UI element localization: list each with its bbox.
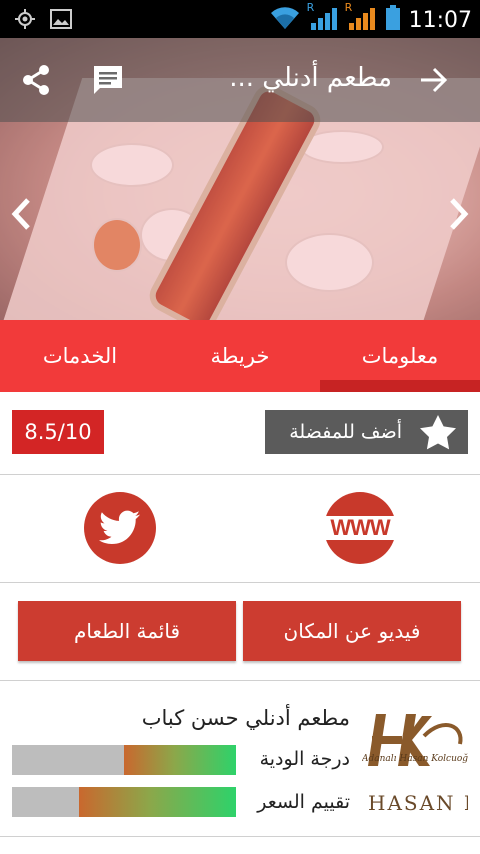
restaurant-logo: Adanalı Hasan Kolcuoğlu HASAN KO — [362, 706, 468, 814]
website-button[interactable]: WWW — [324, 492, 396, 564]
twitter-icon — [99, 510, 140, 544]
image-icon — [50, 9, 72, 33]
menu-button[interactable]: قائمة الطعام — [18, 601, 236, 661]
links-row: WWW — [0, 474, 480, 583]
back-arrow-icon[interactable] — [414, 60, 454, 100]
tab-map[interactable]: خريطة — [160, 320, 320, 392]
signal-letter: R — [306, 1, 315, 14]
add-favorite-label: أضف للمفضلة — [289, 421, 402, 443]
add-favorite-button[interactable]: أضف للمفضلة — [265, 410, 468, 454]
price-rating-bar — [12, 787, 236, 817]
www-label: WWW — [330, 515, 390, 540]
price-rating-bar-fill — [79, 787, 236, 817]
friendliness-bar — [12, 745, 236, 775]
logo-text: HASAN KO — [368, 791, 468, 814]
twitter-button[interactable] — [84, 492, 156, 564]
restaurant-name: مطعم أدنلي حسن كباب — [141, 706, 350, 730]
www-icon: WWW — [324, 492, 396, 564]
star-icon — [418, 414, 458, 450]
price-rating-label: تقييم السعر — [257, 791, 350, 813]
battery-icon — [385, 5, 401, 35]
share-icon[interactable] — [16, 60, 56, 100]
clock: 11:07 — [408, 7, 472, 33]
friendliness-bar-fill — [124, 745, 236, 775]
page-title: مطعم أدنلي ... — [229, 63, 392, 93]
chevron-left-icon[interactable] — [6, 196, 36, 232]
gps-icon — [14, 8, 36, 34]
video-button[interactable]: فيديو عن المكان — [243, 601, 461, 661]
action-bar: مطعم أدنلي ... — [0, 38, 480, 122]
logo-script: Adanalı Hasan Kolcuoğlu — [362, 753, 468, 764]
status-bar: R R 11:07 — [0, 0, 480, 38]
active-tab-indicator — [320, 380, 480, 392]
signal-letter: R — [344, 1, 353, 14]
signal-r-icon: R — [307, 1, 339, 35]
comment-icon[interactable] — [88, 60, 128, 100]
score-badge: 8.5/10 — [12, 410, 104, 454]
wifi-icon — [269, 5, 301, 35]
friendliness-label: درجة الودية — [259, 748, 350, 770]
signal-r2-icon: R — [345, 1, 377, 35]
tab-services[interactable]: الخدمات — [0, 320, 160, 392]
actions-row: قائمة الطعام فيديو عن المكان — [0, 582, 480, 681]
chevron-right-icon[interactable] — [444, 196, 474, 232]
rating-row: 8.5/10 أضف للمفضلة — [0, 392, 480, 475]
restaurant-details: Adanalı Hasan Kolcuoğlu HASAN KO مطعم أد… — [0, 680, 480, 837]
